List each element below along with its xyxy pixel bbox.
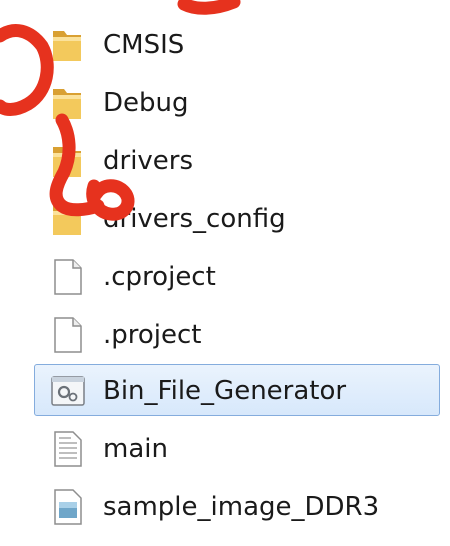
blank-file-icon xyxy=(54,259,82,295)
list-item-cproject[interactable]: .cproject xyxy=(34,250,440,302)
list-item-drivers[interactable]: drivers xyxy=(34,134,440,186)
list-item-cmsis[interactable]: CMSIS xyxy=(34,18,440,70)
text-file-icon xyxy=(54,431,82,467)
list-item-sample-image-ddr3[interactable]: sample_image_DDR3 xyxy=(34,480,440,532)
list-item-debug[interactable]: Debug xyxy=(34,76,440,128)
list-item-label: sample_image_DDR3 xyxy=(103,492,380,522)
folder-icon xyxy=(53,147,81,177)
list-item-main[interactable]: main xyxy=(34,422,440,474)
folder-icon xyxy=(53,205,81,235)
blank-file-icon xyxy=(54,317,82,353)
list-item-label: CMSIS xyxy=(103,30,185,60)
list-item-drivers-config[interactable]: drivers_config xyxy=(34,192,440,244)
list-item-label: .cproject xyxy=(103,262,216,292)
folder-icon xyxy=(53,89,81,119)
list-item-label: Bin_File_Generator xyxy=(103,376,347,406)
list-item-label: drivers xyxy=(103,146,194,176)
list-item-bin-file-generator[interactable]: Bin_File_Generator xyxy=(34,364,440,416)
file-list: CMSIS Debug drivers drivers_config .cpro… xyxy=(0,0,450,546)
list-item-label: main xyxy=(103,434,168,464)
list-item-label: drivers_config xyxy=(103,204,286,234)
list-item-project[interactable]: .project xyxy=(34,308,440,360)
image-file-icon xyxy=(54,489,82,525)
list-item-label: .project xyxy=(103,320,202,350)
batch-file-icon xyxy=(51,376,85,406)
list-item-label: Debug xyxy=(103,88,189,118)
folder-icon xyxy=(53,31,81,61)
